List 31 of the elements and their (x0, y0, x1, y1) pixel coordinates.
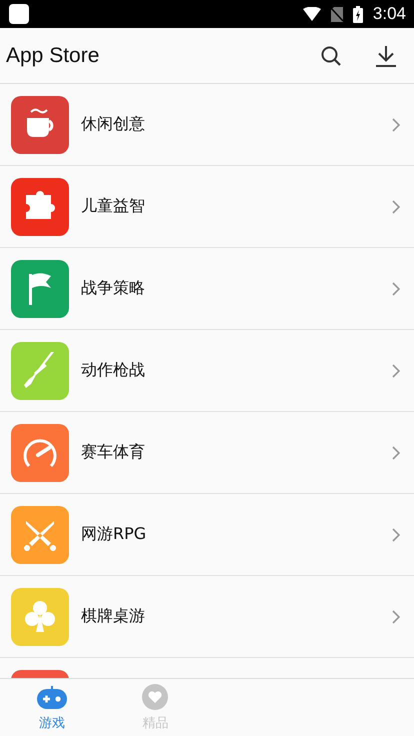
category-label: 战争策略 (81, 278, 146, 299)
notification-icon (9, 4, 29, 24)
download-icon[interactable] (376, 44, 396, 66)
chevron-right-icon (392, 528, 400, 542)
category-row[interactable]: 战争策略 (0, 248, 414, 330)
category-row[interactable]: 网游RPG (0, 494, 414, 576)
chevron-right-icon (392, 364, 400, 378)
category-label: 赛车体育 (81, 442, 146, 463)
category-row[interactable]: 儿童益智 (0, 166, 414, 248)
chevron-right-icon (392, 118, 400, 132)
category-label: 网游RPG (81, 524, 148, 545)
category-label: 休闲创意 (81, 114, 146, 135)
wifi-icon (302, 7, 321, 21)
chevron-right-icon (392, 610, 400, 624)
category-row[interactable]: 休闲创意 (0, 84, 414, 166)
chevron-right-icon (392, 446, 400, 460)
category-label: 动作枪战 (81, 360, 146, 381)
tab[interactable]: 游戏 (0, 679, 104, 736)
gamepad-icon (36, 684, 67, 710)
category-row[interactable]: 赛车体育 (0, 412, 414, 494)
app-title: App Store (6, 44, 100, 68)
chevron-right-icon (392, 282, 400, 296)
category-label: 儿童益智 (81, 196, 146, 217)
battery-charging-icon (352, 6, 363, 22)
category-row[interactable]: 棋牌桌游 (0, 576, 414, 658)
status-time: 3:04 (372, 4, 406, 24)
search-icon[interactable] (321, 46, 341, 66)
category-row[interactable]: 动作枪战 (0, 330, 414, 412)
category-label: 棋牌桌游 (81, 606, 146, 627)
chevron-right-icon (392, 200, 400, 214)
no-sim-icon (330, 6, 343, 22)
